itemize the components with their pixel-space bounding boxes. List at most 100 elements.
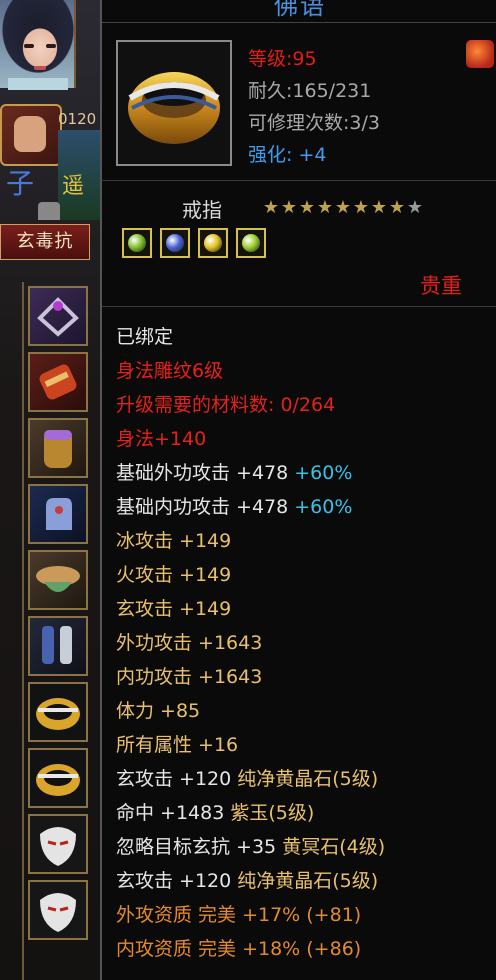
attribute-text: 已绑定: [116, 326, 174, 348]
attribute-row: 身法雕纹6级: [116, 358, 223, 384]
attribute-text: 基础外功攻击 +478: [116, 462, 295, 484]
attribute-row: 玄攻击 +149: [116, 596, 231, 622]
portrait-eye: [46, 44, 56, 48]
boots-icon: [42, 626, 72, 664]
attribute-text: 内攻资质 完美 +18% (+86): [116, 938, 362, 960]
ring-icon: [36, 764, 80, 796]
attribute-row: 已绑定: [116, 324, 173, 350]
attribute-text: 纯净黄晶石(5级): [237, 768, 379, 790]
left-hud: 0120 子 遥 玄毒抗: [0, 0, 100, 980]
equipment-slot[interactable]: [28, 484, 88, 544]
mask-icon: [40, 893, 76, 932]
gem-socket[interactable]: [160, 228, 190, 258]
divider: [102, 306, 496, 307]
bracer-icon: [39, 364, 77, 400]
level-readout: 0120: [58, 110, 97, 128]
equipment-slot[interactable]: [28, 352, 88, 412]
attribute-row: 火攻击 +149: [116, 562, 231, 588]
attribute-text: 冰攻击 +149: [116, 530, 232, 552]
attribute-row: 体力 +85: [116, 698, 200, 724]
resist-status-tag[interactable]: 玄毒抗: [0, 224, 90, 260]
star-icon: ★: [370, 197, 388, 218]
attribute-row: 基础内功攻击 +478 +60%: [116, 494, 352, 520]
ring-jewel-icon: [37, 297, 79, 337]
attribute-row: 玄攻击 +120 纯净黄晶石(5级): [116, 868, 378, 894]
attribute-row: 内功攻击 +1643: [116, 664, 262, 690]
star-icon: ★: [262, 197, 280, 218]
map-glyph-blue: 子: [6, 167, 35, 200]
attribute-text: 外攻资质 完美 +17% (+81): [116, 904, 362, 926]
equipment-slot[interactable]: [28, 286, 88, 346]
gem-socket[interactable]: [198, 228, 228, 258]
belt-icon: [36, 566, 80, 592]
attribute-row: 身法+140: [116, 426, 206, 452]
equipment-slot[interactable]: [28, 880, 88, 940]
green-gem-icon: [128, 234, 146, 252]
wrist-guard-icon: [44, 430, 72, 468]
attribute-text: 紫玉(5级): [230, 802, 315, 824]
attribute-text: 玄攻击 +149: [116, 598, 232, 620]
attribute-row: 玄攻击 +120 纯净黄晶石(5级): [116, 766, 378, 792]
buff-fist-icon[interactable]: [0, 104, 62, 166]
attribute-text: 玄攻击 +120: [116, 768, 238, 790]
portrait-collar: [8, 78, 68, 90]
fist-shape: [14, 116, 46, 152]
mask-icon: [40, 827, 76, 866]
attribute-text: 外功攻击 +1643: [116, 632, 263, 654]
attribute-text: 身法+140: [116, 428, 207, 450]
equipment-slot[interactable]: [28, 418, 88, 478]
attribute-text: 体力 +85: [116, 700, 201, 722]
character-portrait[interactable]: [0, 0, 76, 90]
attribute-row: 命中 +1483 紫玉(5级): [116, 800, 314, 826]
equipment-slot[interactable]: [28, 616, 88, 676]
ring-icon: [128, 72, 220, 144]
attribute-text: 身法雕纹6级: [116, 360, 224, 382]
attribute-row: 内攻资质 完美 +18% (+86): [116, 936, 361, 962]
item-name: 佛语: [274, 0, 326, 20]
item-rarity: 贵重: [420, 274, 462, 298]
attribute-text: +60%: [294, 462, 353, 484]
divider: [102, 180, 496, 181]
attribute-text: +60%: [294, 496, 353, 518]
equipment-slot[interactable]: [28, 550, 88, 610]
ring-icon: [36, 698, 80, 730]
attribute-text: 忽略目标玄抗 +35: [116, 836, 283, 858]
attribute-text: 纯净黄晶石(5级): [237, 870, 379, 892]
tooltip-title-bar: 佛语: [102, 0, 496, 23]
attribute-row: 外攻资质 完美 +17% (+81): [116, 902, 361, 928]
map-glyph-yellow: 遥: [62, 174, 85, 199]
attribute-text: 升级需要的材料数: 0/264: [116, 394, 336, 416]
gem-socket[interactable]: [236, 228, 266, 258]
yellow-gem-icon: [204, 234, 222, 252]
equipment-slot[interactable]: [28, 814, 88, 874]
item-level: 等级:95: [248, 48, 317, 70]
equipment-slot[interactable]: [28, 748, 88, 808]
star-icon: ★: [352, 197, 370, 218]
equipment-slot[interactable]: [28, 682, 88, 742]
attribute-row: 外功攻击 +1643: [116, 630, 262, 656]
attribute-text: 命中 +1483: [116, 802, 231, 824]
flame-badge-icon: [466, 40, 494, 68]
star-icon: ★: [388, 197, 406, 218]
green-gem-icon: [242, 234, 260, 252]
item-repair-count: 可修理次数:3/3: [248, 112, 380, 134]
star-icon: ★: [316, 197, 334, 218]
equipment-slot-column: [22, 282, 100, 980]
attribute-text: 所有属性 +16: [116, 734, 239, 756]
portrait-eye: [24, 44, 34, 48]
gauntlet-icon: [46, 498, 72, 530]
attribute-text: 黄冥石(4级): [282, 836, 386, 858]
attribute-text: 玄攻击 +120: [116, 870, 238, 892]
star-rating: ★ ★ ★ ★ ★ ★ ★ ★ ★: [262, 198, 424, 218]
star-icon: ★: [298, 197, 316, 218]
attribute-row: 基础外功攻击 +478 +60%: [116, 460, 352, 486]
star-icon: ★: [334, 197, 352, 218]
attribute-row: 忽略目标玄抗 +35 黄冥石(4级): [116, 834, 385, 860]
star-icon: ★: [280, 197, 298, 218]
blue-gem-icon: [166, 234, 184, 252]
item-type: 戒指: [182, 198, 222, 222]
item-enhance: 强化: +4: [248, 144, 327, 166]
gem-socket[interactable]: [122, 228, 152, 258]
item-tooltip: 佛语 等级:95 耐久:165/231 可修理次数:3/3 强化: +4 戒指 …: [100, 0, 496, 980]
attribute-row: 冰攻击 +149: [116, 528, 231, 554]
